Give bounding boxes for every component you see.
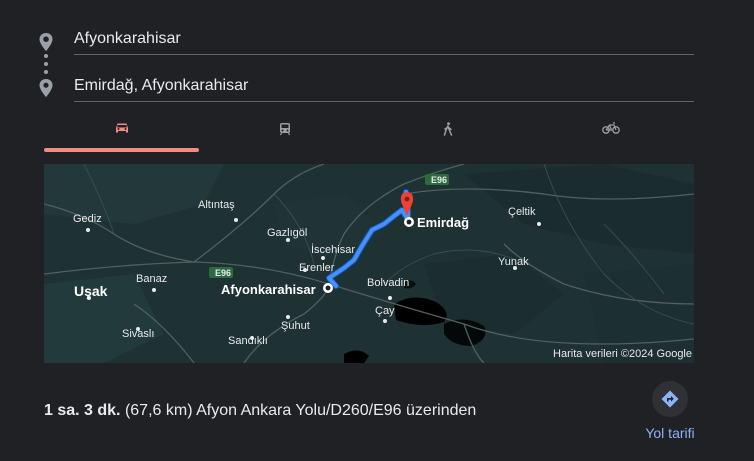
directions-icon — [661, 390, 679, 408]
map-label-gediz: Gediz — [73, 213, 102, 225]
map-label-banaz: Banaz — [136, 273, 168, 285]
route-detail: (67,6 km) Afyon Ankara Yolu/D260/E96 üze… — [124, 402, 477, 419]
map-label-altintas: Altıntaş — [198, 199, 235, 211]
tab-car[interactable] — [44, 118, 199, 152]
map-label-celtik: Çeltik — [508, 206, 536, 218]
map-attribution[interactable]: Harita verileri ©2024 Google — [553, 348, 692, 360]
map-label-cay: Çay — [375, 305, 395, 317]
transit-icon — [279, 123, 290, 136]
map-label-afyonkarahisar: Afyonkarahisar — [221, 282, 316, 297]
map-label-suhut: Şuhut — [281, 320, 310, 332]
travel-mode-tabs — [44, 118, 698, 152]
map-label-iscehisar: İscehisar — [311, 244, 356, 256]
map-label-sivasli: Sivaslı — [122, 328, 155, 340]
route-inputs: Afyonkarahisar Emirdağ, Afyonkarahisar — [32, 26, 694, 106]
directions-button[interactable]: Yol tarifi — [645, 381, 695, 441]
origin-marker-icon — [39, 33, 53, 51]
directions-circle[interactable] — [652, 381, 688, 417]
origin-input[interactable]: Afyonkarahisar — [74, 26, 694, 55]
map-label-gazligol: Gazlıgöl — [267, 227, 308, 239]
map-label-yunak: Yunak — [498, 256, 529, 268]
map-label-sandikli: Sandıklı — [228, 335, 268, 347]
tab-walk[interactable] — [370, 118, 525, 152]
route-map[interactable]: E96 E96 Gediz Altıntaş Gazlıgöl İscehisa… — [44, 164, 694, 363]
destination-pin-icon — [39, 79, 53, 97]
road-badge-e96: E96 — [215, 268, 232, 278]
car-icon — [115, 123, 128, 133]
map-label-erenler: Erenler — [299, 262, 335, 274]
route-summary: 1 sa. 3 dk. (67,6 km) Afyon Ankara Yolu/… — [44, 402, 476, 420]
walk-icon — [443, 122, 452, 136]
route-dots — [44, 54, 48, 74]
map-label-emirdag: Emirdağ — [417, 215, 470, 230]
tab-transit[interactable] — [207, 118, 362, 152]
directions-label[interactable]: Yol tarifi — [645, 425, 695, 441]
map-label-usak: Uşak — [74, 283, 108, 299]
road-badge-e96: E96 — [431, 175, 448, 185]
route-duration: 1 sa. 3 dk. — [44, 402, 121, 419]
destination-input[interactable]: Emirdağ, Afyonkarahisar — [74, 73, 694, 102]
tab-bike[interactable] — [533, 118, 688, 152]
map-label-bolvadin: Bolvadin — [367, 277, 410, 289]
bike-icon — [601, 122, 620, 134]
